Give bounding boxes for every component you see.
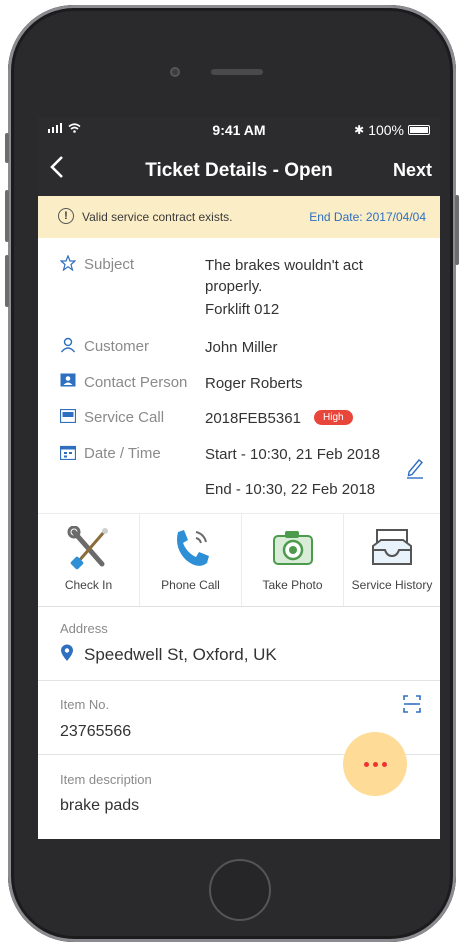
- item-description-value[interactable]: brake pads: [60, 797, 139, 815]
- end-datetime: End - 10:30, 22 Feb 2018: [205, 481, 376, 498]
- scan-icon[interactable]: [403, 695, 421, 718]
- inbox-icon: [369, 526, 415, 575]
- page-title: Ticket Details - Open: [145, 160, 333, 181]
- person-icon: [60, 337, 76, 358]
- item-description-label: Item description: [60, 772, 152, 787]
- service-call-label: Service Call: [84, 409, 165, 426]
- bluetooth-icon: ✱: [354, 123, 365, 137]
- divider: [38, 680, 440, 681]
- check-in-button[interactable]: Check In: [38, 514, 139, 606]
- banner-message: Valid service contract exists.: [82, 210, 233, 224]
- calendar-icon: [59, 445, 77, 465]
- contract-end-date[interactable]: End Date: 2017/04/04: [309, 210, 426, 224]
- check-in-label: Check In: [64, 578, 113, 592]
- take-photo-label: Take Photo: [262, 578, 323, 592]
- take-photo-button[interactable]: Take Photo: [242, 514, 343, 606]
- action-toolbar: Check In Phone Call Take Photo Service H…: [38, 513, 440, 607]
- subject-value-line3: Forklift 012: [205, 301, 280, 318]
- item-no-label: Item No.: [60, 697, 110, 712]
- date-time-label: Date / Time: [84, 445, 161, 462]
- address-label: Address: [60, 621, 108, 636]
- battery-icon: [408, 125, 430, 135]
- subject-value-line2: properly.: [205, 278, 263, 295]
- contact-person-value[interactable]: Roger Roberts: [205, 375, 303, 392]
- volume-down-button: [5, 255, 9, 307]
- location-pin-icon: [60, 644, 74, 667]
- phone-call-button[interactable]: Phone Call: [140, 514, 241, 606]
- customer-label: Customer: [84, 338, 150, 355]
- more-actions-button[interactable]: [343, 732, 407, 796]
- subject-value-line1: The brakes wouldn't act: [205, 257, 363, 274]
- item-no-value[interactable]: 23765566: [60, 723, 131, 741]
- star-icon: [59, 254, 77, 276]
- service-history-button[interactable]: Service History: [344, 514, 440, 606]
- next-button[interactable]: Next: [393, 160, 432, 181]
- status-bar: 9:41 AM ✱ 100%: [38, 117, 440, 144]
- info-icon: !: [58, 208, 74, 224]
- contract-banner: ! Valid service contract exists. End Dat…: [38, 196, 440, 238]
- address-value[interactable]: Speedwell St, Oxford, UK: [84, 645, 277, 665]
- earpiece-speaker: [211, 69, 263, 75]
- service-call-icon: [59, 408, 77, 428]
- contact-person-label: Contact Person: [84, 374, 188, 391]
- priority-badge: High: [314, 410, 353, 425]
- power-button: [455, 195, 459, 265]
- nav-bar: Ticket Details - Open Next: [38, 144, 440, 196]
- contact-card-icon: [60, 373, 76, 392]
- start-datetime: Start - 10:30, 21 Feb 2018: [205, 446, 381, 463]
- battery-indicator: ✱ 100%: [354, 122, 430, 138]
- more-icon-dot: [363, 761, 369, 767]
- silent-switch: [5, 133, 9, 163]
- service-call-value[interactable]: 2018FEB5361: [205, 410, 301, 427]
- subject-label: Subject: [84, 256, 135, 273]
- battery-percent: 100%: [368, 122, 404, 138]
- customer-value[interactable]: John Miller: [205, 339, 278, 356]
- home-button[interactable]: [209, 859, 271, 921]
- camera-icon: [270, 526, 316, 575]
- front-camera: [170, 67, 180, 77]
- phone-icon: [168, 526, 214, 575]
- volume-up-button: [5, 190, 9, 242]
- phone-call-label: Phone Call: [161, 578, 220, 592]
- more-icon-dot: [381, 761, 387, 767]
- app-screen: 9:41 AM ✱ 100% Ticket Details - Open Nex…: [38, 117, 440, 839]
- tools-icon: [66, 525, 112, 575]
- more-icon-dot: [372, 761, 378, 767]
- pencil-icon[interactable]: [405, 457, 425, 484]
- service-history-label: Service History: [351, 578, 433, 592]
